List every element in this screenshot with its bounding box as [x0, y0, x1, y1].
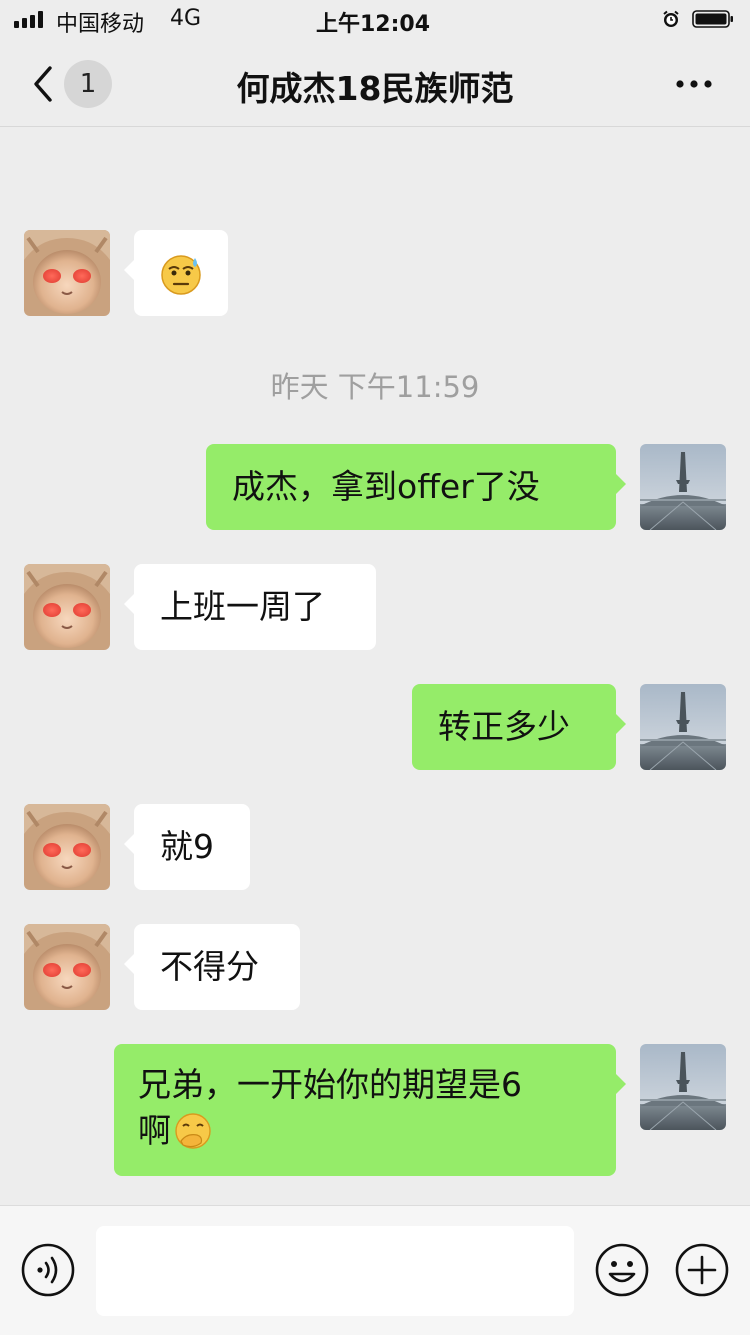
status-time: 上午12:04 [316, 12, 431, 37]
message-text: 就9 [160, 827, 214, 866]
message-text: 不得分 [160, 947, 259, 986]
contact-avatar[interactable] [24, 924, 110, 1010]
input-bar [0, 1205, 750, 1335]
network-type: 4G [170, 6, 202, 31]
contact-avatar[interactable] [24, 804, 110, 890]
message-bubble-outgoing[interactable]: 成杰，拿到offer了没 [206, 444, 626, 530]
plus-icon[interactable] [674, 1242, 730, 1298]
sweat-smile-emoji [161, 255, 201, 295]
signal-icon [14, 11, 43, 28]
contact-avatar[interactable] [24, 564, 110, 650]
message-input[interactable] [96, 1226, 574, 1316]
message-text: 啊 [138, 1111, 171, 1150]
contact-avatar[interactable] [24, 230, 110, 316]
message-text-line: 兄弟，一开始你的期望是6 [138, 1065, 522, 1104]
message-bubble-incoming[interactable]: 不得分 [124, 924, 300, 1010]
chevron-left-icon[interactable] [30, 64, 56, 104]
message-bubble-outgoing[interactable]: 转正多少 [412, 684, 626, 770]
chat-title: 何成杰18民族师范 [236, 69, 514, 108]
chat-header: 1 何成杰18民族师范 [0, 40, 750, 127]
status-bar: 中国移动 4G 上午12:04 [0, 0, 750, 40]
alarm-icon [663, 10, 679, 27]
unread-count-badge[interactable]: 1 [64, 60, 112, 108]
my-avatar[interactable] [640, 444, 726, 530]
my-avatar[interactable] [640, 1044, 726, 1130]
message-text: 成杰，拿到offer了没 [232, 467, 540, 506]
face-with-hand-over-mouth-emoji [175, 1113, 211, 1149]
message-text: 上班一周了 [160, 587, 325, 626]
message-text: 转正多少 [438, 707, 570, 746]
carrier-label: 中国移动 [56, 12, 145, 37]
message-bubble-incoming[interactable] [124, 230, 228, 316]
message-text-line: 啊 [138, 1108, 592, 1154]
my-avatar[interactable] [640, 684, 726, 770]
message-bubble-incoming[interactable]: 上班一周了 [124, 564, 376, 650]
message-timestamp: 昨天 下午11:59 [270, 370, 480, 404]
message-bubble-outgoing[interactable]: 兄弟，一开始你的期望是6 啊 [114, 1044, 626, 1176]
emoji-icon[interactable] [594, 1242, 650, 1298]
battery-icon [692, 10, 733, 28]
voice-icon[interactable] [20, 1242, 76, 1298]
more-icon[interactable] [674, 78, 714, 90]
message-bubble-incoming[interactable]: 就9 [124, 804, 250, 890]
